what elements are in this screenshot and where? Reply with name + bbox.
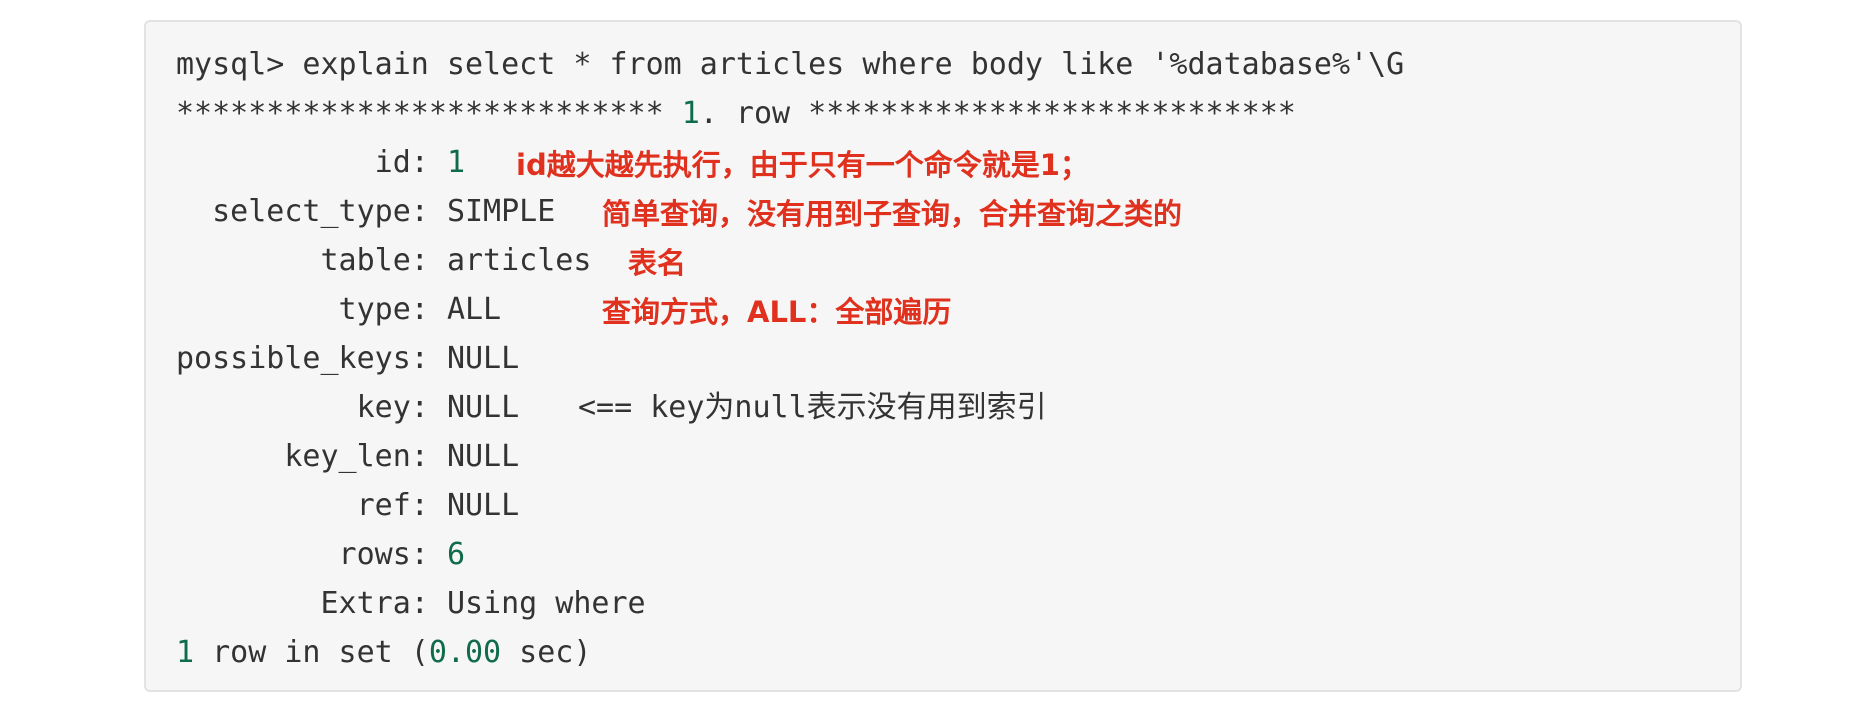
row-separator: *************************** 1. row *****…	[176, 92, 1296, 136]
field-name: possible_keys:	[176, 341, 447, 376]
field-key: key: NULL	[176, 386, 520, 430]
field-value: ALL	[446, 292, 502, 327]
field-name: Extra:	[176, 586, 447, 621]
row-label: . row	[699, 96, 809, 131]
annotation-table: 表名	[628, 246, 687, 280]
field-value: NULL	[446, 341, 520, 376]
result-footer: 1 row in set (0.00 sec)	[176, 631, 591, 675]
field-table: table: articles	[176, 239, 591, 283]
field-name: id:	[176, 145, 447, 180]
field-value: NULL	[446, 439, 520, 474]
field-possible-keys: possible_keys: NULL	[176, 337, 519, 381]
field-value: NULL	[446, 390, 520, 425]
field-name: select_type:	[176, 194, 447, 229]
annotation-select-type: 简单查询，没有用到子查询，合并查询之类的	[602, 197, 1183, 231]
field-key-len: key_len: NULL	[176, 435, 519, 479]
row-count: 1	[176, 635, 195, 670]
field-value: articles	[446, 243, 592, 278]
field-value: Using where	[446, 586, 646, 621]
command-line: mysql> explain select * from articles wh…	[176, 47, 1405, 82]
field-name: key:	[176, 390, 447, 425]
annotation-key: <== key为null表示没有用到索引	[578, 390, 1047, 425]
field-name: type:	[176, 292, 447, 327]
annotation-type: 查询方式，ALL：全部遍历	[602, 295, 952, 329]
field-name: rows:	[176, 537, 447, 572]
field-name: ref:	[176, 488, 447, 523]
footer-text: row in set (	[194, 635, 429, 670]
field-value: SIMPLE	[446, 194, 556, 229]
field-ref: ref: NULL	[176, 484, 520, 528]
field-name: key_len:	[176, 439, 447, 474]
field-value: NULL	[446, 488, 520, 523]
query-time: 0.00	[428, 635, 502, 670]
separator-stars-right: ***************************	[808, 96, 1296, 131]
annotation-id: id越大越先执行，由于只有一个命令就是1；	[516, 148, 1089, 182]
field-select-type: select_type: SIMPLE	[176, 190, 555, 234]
field-type: type: ALL	[176, 288, 502, 332]
field-value: 6	[446, 537, 465, 572]
field-extra: Extra: Using where	[176, 582, 646, 626]
row-number: 1	[681, 96, 700, 131]
field-value: 1	[446, 145, 465, 180]
field-name: table:	[176, 243, 447, 278]
footer-text-end: sec)	[501, 635, 592, 670]
field-id: id: 1	[176, 141, 465, 185]
separator-stars-left: ***************************	[176, 96, 664, 131]
field-rows: rows: 6	[176, 533, 465, 577]
